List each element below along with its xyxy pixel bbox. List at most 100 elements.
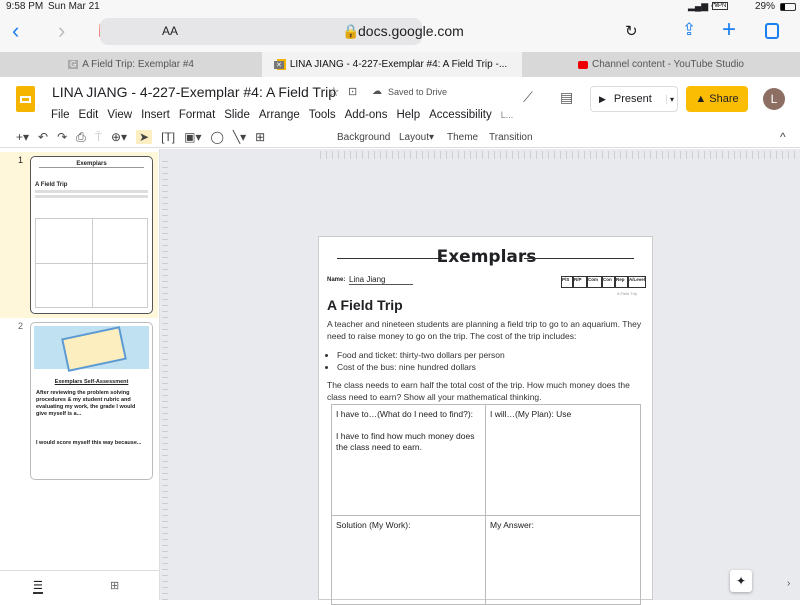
url-text: docs.google.com	[358, 23, 464, 39]
cloud-icon: ☁	[372, 86, 382, 97]
side-panel-icon[interactable]: ›	[787, 578, 790, 589]
reload-icon[interactable]: ↻	[625, 22, 638, 40]
plan-label[interactable]: I will…(My Plan): Use	[490, 409, 636, 419]
slide-thumbnail-1[interactable]: Exemplars A Field Trip	[30, 156, 153, 314]
menu-help[interactable]: Help	[396, 109, 420, 121]
problem-title: A Field Trip	[327, 297, 403, 313]
rubric-cell: A/Level	[628, 276, 646, 288]
share-button[interactable]: ▲ Share	[686, 86, 748, 112]
app-header: LINA JIANG - 4-227-Exemplar #4: A Field …	[0, 77, 800, 123]
problem-intro: A teacher and nineteen students are plan…	[327, 319, 642, 341]
find-answer[interactable]: I have to find how much money does the c…	[336, 431, 481, 453]
comments-icon[interactable]: ▤	[560, 89, 573, 106]
close-tab-icon[interactable]: ✕	[274, 60, 284, 69]
share-label: Share	[709, 93, 739, 105]
menu-last-edit[interactable]: L...	[501, 110, 514, 120]
shape-icon[interactable]: ◯	[210, 130, 223, 144]
new-slide-icon[interactable]: +▾	[16, 130, 29, 144]
forward-icon[interactable]: ›	[58, 18, 65, 44]
thumb-title: Exemplars	[39, 161, 144, 168]
redo-icon[interactable]: ↷	[57, 130, 67, 144]
share-icon[interactable]: ⇪	[682, 20, 696, 40]
answer-label: My Answer:	[490, 520, 534, 530]
vertical-ruler[interactable]	[162, 161, 168, 601]
tab-youtube-studio[interactable]: Channel content - YouTube Studio	[522, 52, 800, 77]
transition-button[interactable]: Transition	[489, 126, 533, 148]
rubric-cell: R/P	[573, 276, 587, 288]
explore-button[interactable]: ✦	[730, 570, 752, 592]
date: Sun Mar 21	[48, 1, 100, 12]
slides-logo-icon[interactable]	[16, 86, 35, 112]
present-dropdown-icon[interactable]: ▾	[665, 94, 677, 104]
avatar[interactable]: L	[763, 88, 785, 110]
rubric-cell: Con	[602, 276, 615, 288]
tab-bar: G A Field Trip: Exemplar #4 ✕ LINA JIANG…	[0, 52, 800, 77]
back-icon[interactable]: ‹	[12, 18, 19, 44]
menu-view[interactable]: View	[107, 109, 132, 121]
image-icon[interactable]: ▣▾	[184, 130, 201, 144]
name-label: Name:	[327, 277, 346, 283]
slide-thumbnail-2[interactable]: Exemplars Self-Assessment After reviewin…	[30, 322, 153, 480]
present-icon: ▶︎	[599, 93, 606, 104]
time: 9:58 PM	[6, 1, 44, 12]
zoom-icon[interactable]: ⊕▾	[111, 130, 127, 144]
answer-cell[interactable]: My Answer:	[485, 515, 641, 605]
line-icon[interactable]: ╲▾	[233, 130, 246, 144]
menu-arrange[interactable]: Arrange	[259, 109, 300, 121]
layout-button[interactable]: Layout ▾	[399, 126, 434, 148]
menu-bar: File Edit View Insert Format Slide Arrange Tool…	[51, 105, 522, 123]
theme-button[interactable]: Theme	[447, 126, 478, 148]
collapse-icon[interactable]: ^	[780, 126, 786, 148]
grid-view-icon[interactable]: ⊞	[110, 579, 119, 592]
warning-icon: ▲	[695, 93, 707, 105]
bullet-item: Cost of the bus: nine hundred dollars	[337, 361, 637, 373]
tab-label: LINA JIANG - 4-227-Exemplar #4: A Field …	[289, 59, 508, 70]
tab-label: A Field Trip: Exemplar #4	[82, 59, 194, 70]
filmstrip-view-icon[interactable]: ☰	[33, 579, 43, 594]
menu-slide[interactable]: Slide	[224, 109, 250, 121]
battery-level: 29%	[755, 1, 776, 12]
youtube-favicon-icon	[578, 60, 589, 69]
thumb-text: After reviewing the problem solving proc…	[36, 390, 136, 417]
find-cell[interactable]: I have to…(What do I need to find?): I h…	[331, 404, 486, 516]
horizontal-ruler[interactable]	[320, 151, 800, 159]
tabs-icon[interactable]	[765, 23, 779, 39]
solution-cell[interactable]: Solution (My Work):	[331, 515, 486, 605]
saved-status: Saved to Drive	[388, 87, 448, 97]
activity-icon[interactable]: ⟋	[523, 89, 533, 106]
menu-tools[interactable]: Tools	[309, 109, 336, 121]
tab-lina-jiang[interactable]: ✕ LINA JIANG - 4-227-Exemplar #4: A Fiel…	[262, 52, 522, 77]
print-icon[interactable]: ⎙	[76, 130, 86, 145]
address-bar[interactable]: AA 🔒 docs.google.com ↻	[100, 18, 638, 45]
plan-cell[interactable]: I will…(My Plan): Use	[485, 404, 641, 516]
slide-page[interactable]: Exemplars Name: Lina Jiang P/S R/P Com Con R…	[318, 236, 653, 605]
battery-icon	[780, 3, 796, 11]
undo-icon[interactable]: ↶	[38, 130, 48, 144]
doc-title[interactable]: LINA JIANG - 4-227-Exemplar #4: A Field …	[52, 84, 336, 100]
new-tab-icon[interactable]: +	[722, 16, 736, 44]
menu-format[interactable]: Format	[179, 109, 215, 121]
paint-format-icon[interactable]: ⍑	[95, 130, 102, 145]
slide-number: 1	[18, 155, 24, 165]
present-button[interactable]: ▶︎ Present ▾	[590, 86, 678, 112]
present-label: Present	[613, 93, 652, 105]
menu-addons[interactable]: Add-ons	[345, 109, 388, 121]
comment-add-icon[interactable]: ⊞	[255, 130, 265, 144]
select-icon[interactable]: ➤	[136, 130, 153, 144]
menu-file[interactable]: File	[51, 109, 70, 121]
text-size-button[interactable]: AA	[162, 24, 178, 38]
status-bar: 9:58 PM Sun Mar 21 ▂▄▆ ◠ VPN 29%	[0, 0, 800, 14]
star-icon[interactable]: ☆	[328, 84, 340, 100]
background-button[interactable]: Background	[337, 126, 390, 148]
favicon-icon: G	[68, 60, 79, 69]
text-box-icon[interactable]: [T]	[161, 130, 175, 144]
menu-edit[interactable]: Edit	[79, 109, 99, 121]
tab-field-trip[interactable]: G A Field Trip: Exemplar #4	[0, 52, 262, 77]
menu-insert[interactable]: Insert	[141, 109, 170, 121]
menu-accessibility[interactable]: Accessibility	[429, 109, 492, 121]
rubric-cell: Com	[587, 276, 602, 288]
thumb-heading: Exemplars Self-Assessment	[54, 379, 129, 385]
bullet-item: Food and ticket: thirty-two dollars per …	[337, 349, 637, 361]
move-folder-icon[interactable]: ⊡	[348, 85, 357, 98]
layout-label: Layout	[399, 131, 430, 143]
